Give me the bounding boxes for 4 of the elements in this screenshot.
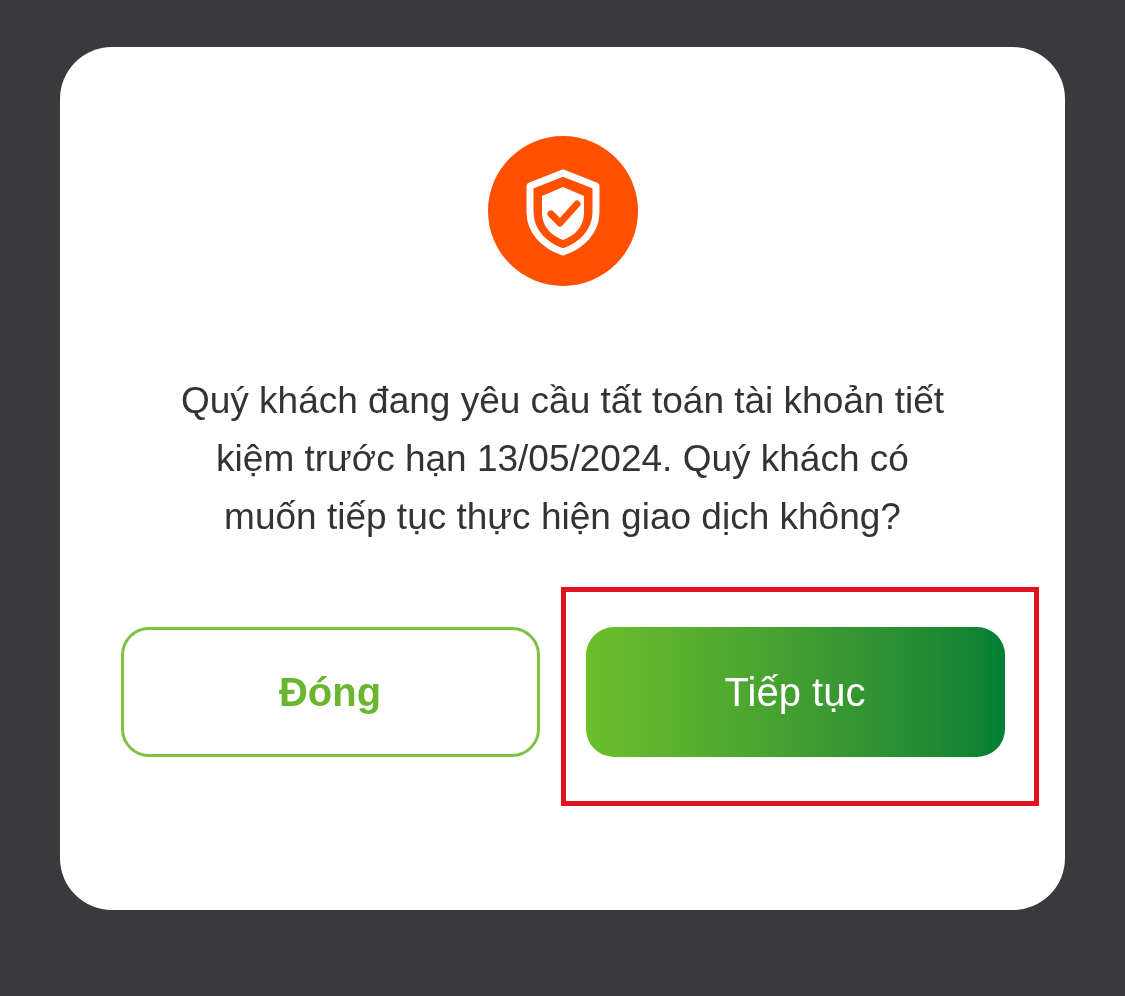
close-button[interactable]: Đóng xyxy=(120,627,540,757)
continue-button[interactable]: Tiếp tục xyxy=(585,627,1005,757)
shield-check-icon xyxy=(487,136,638,286)
confirmation-message: Quý khách đang yêu cầu tất toán tài khoản tiết kiệm trước hạn 13/05/2024. Quý khách có muốn tiếp tục thực hiện giao dịch không? xyxy=(179,379,946,539)
